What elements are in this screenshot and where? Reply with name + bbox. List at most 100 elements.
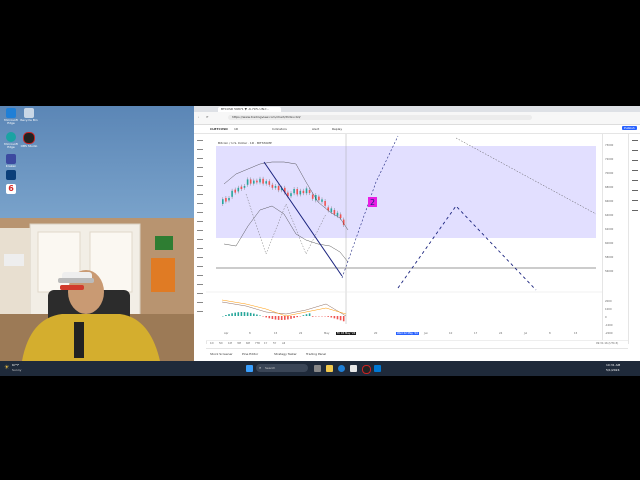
candle xyxy=(274,186,277,188)
range-button[interactable]: 6M xyxy=(246,342,250,345)
desktop-icon-app[interactable] xyxy=(2,170,20,181)
macd-bar xyxy=(342,316,345,322)
desktop-icon-edge[interactable]: Microsoft Edge xyxy=(2,108,20,125)
candle xyxy=(293,189,295,194)
clock: 09:31:16 (UTC-5) xyxy=(596,342,619,345)
alert-button[interactable]: Alert xyxy=(312,127,319,131)
publish-button[interactable]: Publish xyxy=(622,126,637,130)
price-chart[interactable]: 2 Bitcoin / U.S. Dollar · 1D · BITSTAMP xyxy=(206,134,602,340)
range-button[interactable]: 1M xyxy=(228,342,232,345)
range-button[interactable]: 5D xyxy=(219,342,223,345)
x-tick: 20 xyxy=(374,332,378,335)
start-icon[interactable] xyxy=(246,365,253,372)
pair-title: Bitcoin / U.S. Dollar · 1D · BITSTAMP xyxy=(218,141,272,145)
bottom-tab[interactable]: Strategy Tester xyxy=(274,352,297,356)
taskbar-time[interactable]: 10:31 AM xyxy=(606,363,620,367)
macd-bar xyxy=(249,312,252,316)
macd-bar xyxy=(253,313,255,316)
macd-bar xyxy=(296,316,298,318)
macd-bar xyxy=(308,313,311,316)
candle xyxy=(231,190,233,197)
widget-icons[interactable] xyxy=(632,140,638,220)
macd-tick: 0 xyxy=(605,316,607,319)
browser-address-bar-row: ‹ ⟳ https://www.tradingview.com/chart/Xt… xyxy=(194,112,640,125)
timeframe-button[interactable]: 1D xyxy=(234,127,238,131)
macd-bar xyxy=(271,316,274,320)
task-view-icon[interactable] xyxy=(314,365,321,372)
range-button[interactable]: 1Y xyxy=(264,342,267,345)
desktop-icon-recycle-bin[interactable]: Recycle Bin xyxy=(20,108,38,122)
taskbar-date[interactable]: 5/1/2024 xyxy=(606,368,619,372)
candle xyxy=(228,198,230,201)
macd-bar xyxy=(274,316,277,320)
candle xyxy=(246,179,249,185)
candle xyxy=(311,194,314,199)
candle xyxy=(271,184,274,188)
macd-bar xyxy=(330,316,333,318)
range-button[interactable]: YTD xyxy=(255,342,260,345)
price-tick: 60000 xyxy=(605,242,614,245)
candle xyxy=(330,208,333,212)
replay-button[interactable]: Replay xyxy=(332,127,342,131)
indicators-button[interactable]: Indicators xyxy=(272,127,287,131)
macd-bar xyxy=(231,313,233,316)
macd-tick: 2000 xyxy=(605,300,612,303)
desktop-icon-app-2[interactable]: 6 xyxy=(2,184,20,195)
screen: Microsoft Edge Recycle Bin Microsoft Edg… xyxy=(0,106,640,376)
macd-bar xyxy=(277,316,280,320)
obs-taskbar-icon[interactable] xyxy=(362,365,371,374)
bottom-panel-tabs: Stock Screener Pine Editor Strategy Tester… xyxy=(206,348,628,359)
candle xyxy=(324,201,326,206)
edge-taskbar-icon[interactable] xyxy=(338,365,345,372)
outlook-icon[interactable] xyxy=(374,365,381,372)
file-explorer-icon[interactable] xyxy=(326,365,333,372)
candle xyxy=(277,186,280,191)
candle xyxy=(234,189,236,193)
macd-bar xyxy=(327,316,329,317)
x-tick: 8 xyxy=(549,332,551,335)
obs-icon xyxy=(23,132,35,144)
candle xyxy=(243,186,246,188)
price-tick: 73000 xyxy=(605,144,614,147)
taskbar-search[interactable]: ⌕ Search xyxy=(256,364,308,372)
range-button[interactable]: 3M xyxy=(237,342,241,345)
range-button[interactable]: All xyxy=(282,342,285,345)
candle xyxy=(259,178,261,183)
store-icon[interactable] xyxy=(350,365,357,372)
symbol-search[interactable]: CLBTCUSD xyxy=(210,127,228,131)
range-button[interactable]: 1D xyxy=(210,342,214,345)
candle xyxy=(265,181,267,184)
macd-bar xyxy=(225,315,227,316)
macd-tick: -2000 xyxy=(605,332,613,335)
range-button[interactable]: 5Y xyxy=(273,342,276,345)
drawing-tool-icons[interactable] xyxy=(197,140,203,320)
bottom-tab[interactable]: Pine Editor xyxy=(242,352,258,356)
address-bar[interactable]: https://www.tradingview.com/chart/Xtdxvc… xyxy=(228,115,532,120)
price-scale[interactable]: 73000 72000 70000 68000 66000 64000 6200… xyxy=(602,134,629,340)
macd-bar xyxy=(237,312,240,316)
candle xyxy=(256,180,258,183)
macd-bar xyxy=(243,312,246,316)
desktop-icon-kraken[interactable]: Kraken xyxy=(2,154,20,168)
time-axis[interactable]: Apr81522May132027Jun101724Jul815 Fri 03 … xyxy=(206,332,602,338)
bottom-tab[interactable]: Stock Screener xyxy=(210,352,233,356)
macd-bar xyxy=(311,316,314,317)
macd-bar xyxy=(293,316,295,319)
candle xyxy=(336,212,339,216)
macd-bar xyxy=(333,316,336,319)
price-tick: 56000 xyxy=(605,270,614,273)
price-tick: 62000 xyxy=(605,228,614,231)
x-tick: 15 xyxy=(274,332,278,335)
wave-label: 2 xyxy=(370,198,375,207)
candle xyxy=(296,189,298,195)
macd-bar xyxy=(280,316,283,320)
macd-bar xyxy=(240,312,243,316)
desktop-icon-edge-2[interactable]: Microsoft Edge xyxy=(2,132,20,149)
weather-desc: Sunny xyxy=(12,368,22,372)
refresh-icon[interactable]: ⟳ xyxy=(206,115,209,119)
bottom-tab[interactable]: Trading Panel xyxy=(306,352,326,356)
candle xyxy=(253,180,255,184)
weather-temp[interactable]: 67°F xyxy=(12,363,19,367)
desktop-icon-obs[interactable]: OBS Studio xyxy=(20,132,38,148)
back-icon[interactable]: ‹ xyxy=(198,115,199,119)
